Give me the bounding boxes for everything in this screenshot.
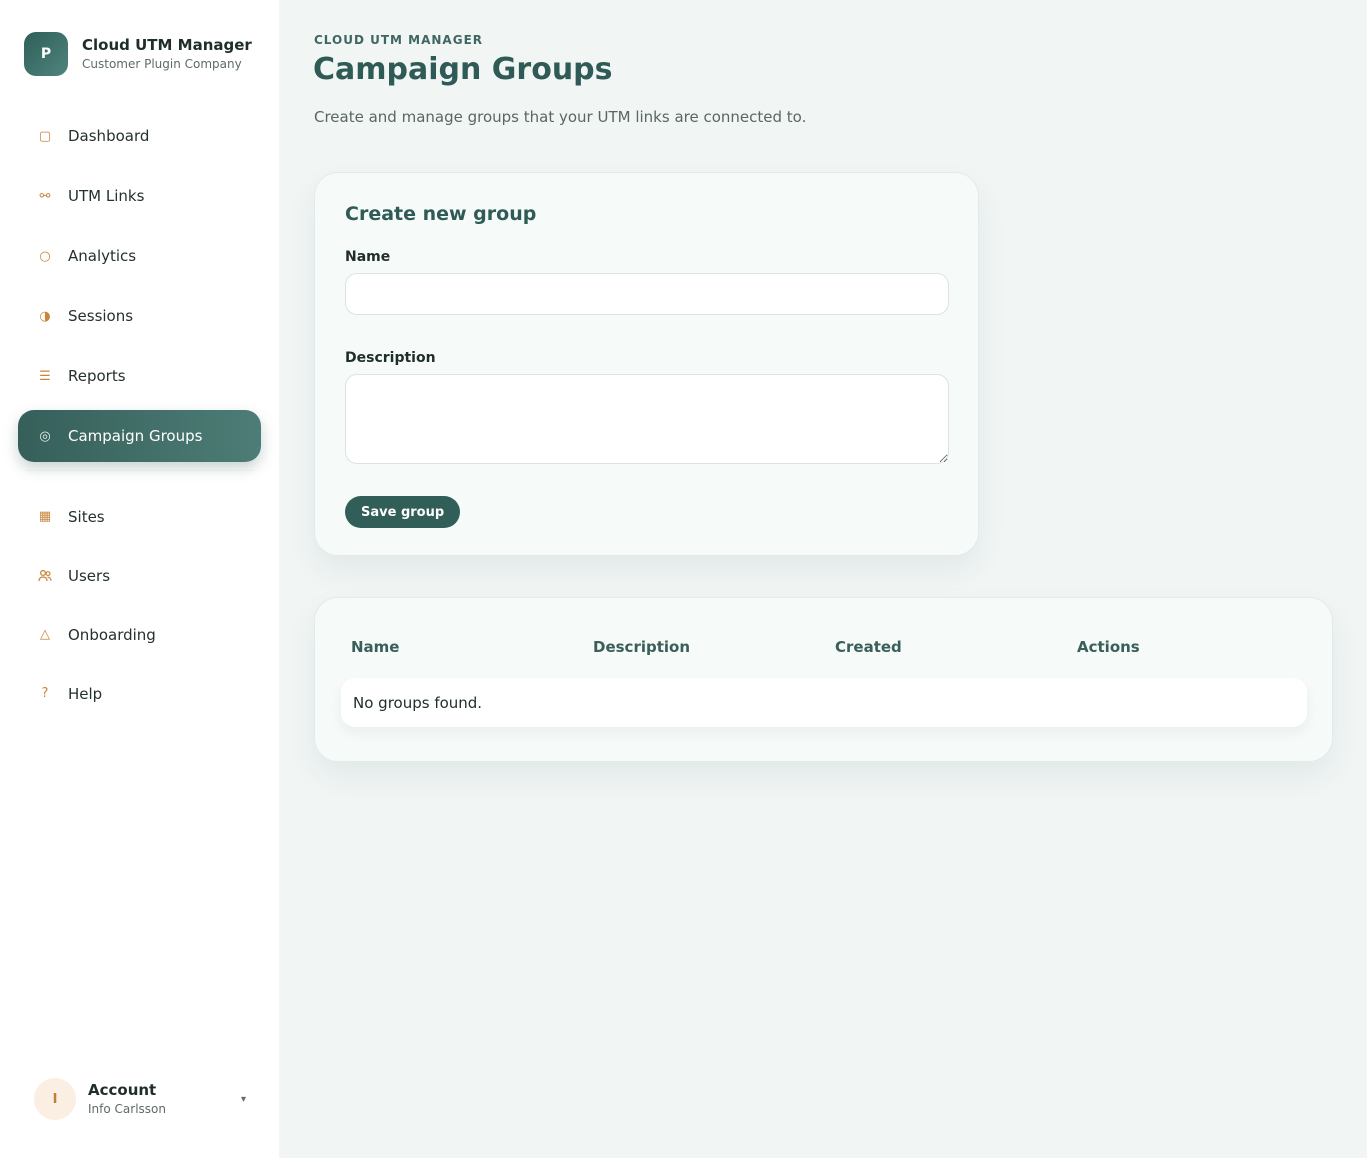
create-group-card: Create new group Name Description Save g… (314, 172, 979, 556)
sidebar: P Cloud UTM Manager Customer Plugin Comp… (0, 0, 279, 1158)
brand-title: Cloud UTM Manager (82, 36, 252, 54)
sidebar-item-label: UTM Links (68, 187, 145, 205)
page-title: Campaign Groups (313, 52, 613, 87)
sidebar-item-label: Onboarding (68, 625, 156, 644)
sidebar-item-onboarding[interactable]: △ Onboarding (18, 609, 261, 660)
column-header-actions: Actions (1077, 638, 1140, 656)
sidebar-item-label: Sessions (68, 307, 134, 325)
lines-icon: ☰ (39, 368, 51, 384)
square-icon: ▢ (38, 128, 52, 144)
name-input[interactable] (345, 273, 949, 315)
page-description: Create and manage groups that your UTM l… (314, 108, 807, 126)
sidebar-item-reports[interactable]: ☰ Reports (18, 350, 261, 402)
sidebar-item-label: Users (68, 566, 111, 585)
sidebar-item-users[interactable]: Users (18, 550, 261, 601)
nav-divider (26, 470, 253, 471)
sidebar-item-sessions[interactable]: ◑ Sessions (18, 290, 261, 342)
users-icon (38, 569, 52, 583)
account-title: Account (88, 1081, 157, 1099)
table-empty-row: No groups found. (341, 678, 1307, 727)
description-label: Description (345, 350, 436, 366)
brand-subtitle: Customer Plugin Company (82, 57, 242, 71)
column-header-description: Description (593, 638, 691, 656)
grid-icon: ▦ (38, 509, 52, 524)
half-circle-icon: ◑ (39, 308, 51, 324)
page-eyebrow: CLOUD UTM MANAGER (314, 33, 484, 47)
sidebar-item-campaign-groups[interactable]: ◎ Campaign Groups (18, 410, 261, 462)
column-header-created: Created (835, 638, 902, 656)
description-textarea[interactable] (345, 374, 949, 464)
name-label: Name (345, 249, 391, 265)
avatar: I (34, 1078, 76, 1120)
sidebar-item-label: Help (68, 684, 103, 703)
sidebar-item-label: Reports (68, 367, 126, 385)
column-header-name: Name (351, 638, 400, 656)
sidebar-item-utm-links[interactable]: ⚯ UTM Links (18, 170, 261, 222)
brand[interactable]: P Cloud UTM Manager Customer Plugin Comp… (24, 32, 252, 76)
groups-table: Name Description Created Actions No grou… (314, 597, 1333, 762)
card-title: Create new group (345, 203, 537, 225)
sidebar-item-analytics[interactable]: ○ Analytics (18, 230, 261, 282)
target-icon: ◎ (39, 428, 51, 444)
chevron-down-icon[interactable]: ▾ (241, 1094, 246, 1105)
triangle-icon: △ (40, 627, 50, 642)
account-name: Info Carlsson (88, 1102, 166, 1116)
question-icon: ? (41, 686, 49, 701)
sidebar-item-label: Campaign Groups (68, 427, 203, 445)
sidebar-nav: ▢ Dashboard ⚯ UTM Links ○ Analytics ◑ Se… (18, 110, 261, 727)
account-menu[interactable]: I Account Info Carlsson ▾ (34, 1078, 246, 1120)
sidebar-item-sites[interactable]: ▦ Sites (18, 491, 261, 542)
sidebar-item-label: Sites (68, 507, 105, 526)
sidebar-item-label: Dashboard (68, 127, 150, 145)
save-group-button[interactable]: Save group (345, 496, 461, 528)
sidebar-item-dashboard[interactable]: ▢ Dashboard (18, 110, 261, 162)
link-icon: ⚯ (39, 188, 51, 204)
brand-logo: P (24, 32, 68, 76)
users-icon-svg (38, 569, 52, 581)
circle-icon: ○ (39, 248, 51, 264)
sidebar-item-help[interactable]: ? Help (18, 668, 261, 719)
sidebar-item-label: Analytics (68, 247, 137, 265)
